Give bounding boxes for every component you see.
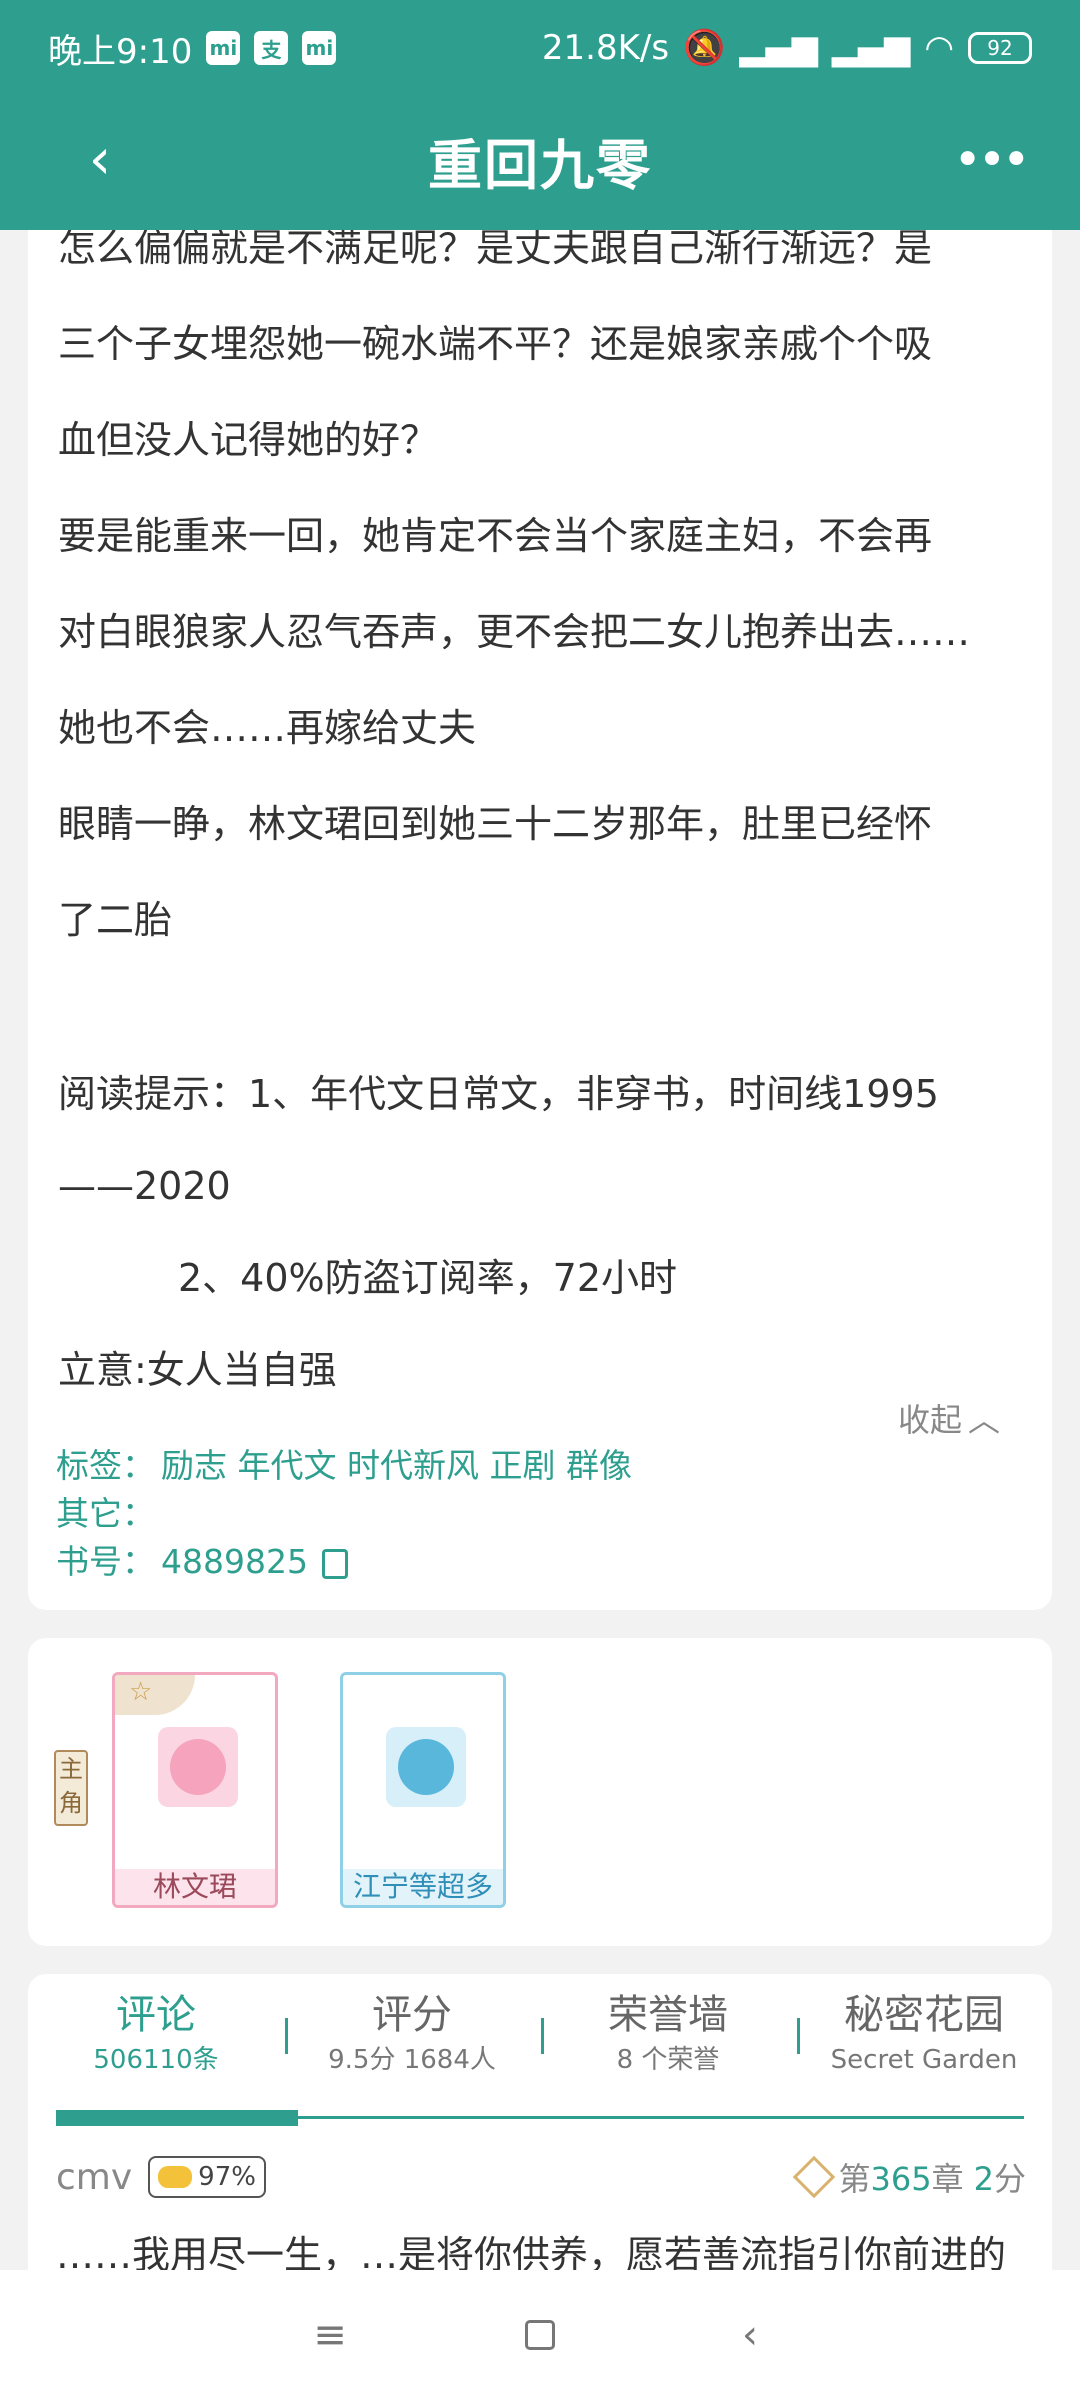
comments-card: 评论 506110条 评分 9.5分 1684人 荣誉墙 8 个荣誉 秘密花园 … xyxy=(28,1974,1052,2277)
chevron-up-icon: ︿ xyxy=(967,1401,1000,1439)
more-dots-icon[interactable]: ••• xyxy=(950,132,1031,188)
net-speed: 21.8K/s xyxy=(541,28,670,68)
tags-value[interactable]: 励志 年代文 时代新风 正剧 群像 xyxy=(161,1446,632,1485)
user-badge: 97% xyxy=(148,2156,266,2198)
diamond-icon xyxy=(792,2155,835,2199)
tab-subtitle: 506110条 xyxy=(93,2045,219,2075)
other-row: 其它： xyxy=(56,1490,632,1538)
character-card[interactable]: 江宁等超多人 xyxy=(340,1672,506,1908)
character-name: 江宁等超多人 xyxy=(343,1869,503,1905)
tags-label: 标签： xyxy=(56,1446,155,1485)
tab-rating[interactable]: 评分 9.5分 1684人 xyxy=(284,1988,544,2088)
page-title: 重回九零 xyxy=(428,133,652,197)
avatar xyxy=(386,1727,466,1807)
tags-row: 标签： 励志 年代文 时代新风 正剧 群像 xyxy=(56,1442,632,1490)
comment-meta: 第365章 2分 xyxy=(792,2154,1026,2200)
book-id-row: 书号： 4889825 xyxy=(56,1538,632,1586)
book-id-label: 书号： xyxy=(56,1542,155,1581)
tab-title: 秘密花园 xyxy=(844,1992,1004,2038)
synopsis-line: 对白眼狼家人忍气吞声，更不会把二女儿抱养出去…… xyxy=(58,610,971,654)
synopsis-line: 三个子女埋怨她一碗水端不平？还是娘家亲戚个个吸 xyxy=(58,322,933,366)
top-bar: 晚上9:10 mi 支 mi 21.8K/s 🔕 ▂▄▆ ▂▄▆ ◠ 92 ‹ … xyxy=(0,0,1080,230)
book-id-value: 4889825 xyxy=(161,1542,308,1581)
gold-ingot-icon xyxy=(158,2166,193,2188)
avatar xyxy=(158,1727,238,1807)
chapter-info: 第365章 xyxy=(838,2160,964,2198)
synopsis-indent-line: 2、40%防盗订阅率，72小时 xyxy=(178,1256,677,1300)
tab-secret-garden[interactable]: 秘密花园 Secret Garden xyxy=(796,1988,1052,2088)
tab-comments[interactable]: 评论 506110条 xyxy=(28,1988,288,2088)
back-icon[interactable]: ‹ xyxy=(725,2310,775,2360)
tab-title: 评分 xyxy=(372,1992,452,2038)
badge-percent: 97% xyxy=(198,2162,256,2192)
corner-decoration xyxy=(115,1675,195,1715)
synopsis-line: 了二胎 xyxy=(58,898,173,942)
synopsis-blank-line xyxy=(58,968,1038,1048)
alipay-icon: 支 xyxy=(254,31,289,65)
back-arrow-icon[interactable]: ‹ xyxy=(70,124,130,194)
collapse-button[interactable]: 收起 ︿ xyxy=(898,1395,1000,1441)
role-tag: 主角 xyxy=(54,1750,88,1826)
star-icon: ☆ xyxy=(129,1677,153,1707)
mi-icon: mi xyxy=(206,31,241,65)
collapse-label: 收起 xyxy=(897,1401,962,1439)
battery-icon: 92 xyxy=(968,32,1032,64)
synopsis-card: 怎么偏偏就是不满足呢？是丈夫跟自己渐行渐远？是 三个子女埋怨她一碗水端不平？还是… xyxy=(28,220,1052,1610)
menu-icon[interactable]: ≡ xyxy=(305,2310,355,2360)
status-bar: 晚上9:10 mi 支 mi 21.8K/s 🔕 ▂▄▆ ▂▄▆ ◠ 92 xyxy=(0,0,1080,96)
mi-icon: mi xyxy=(302,31,337,65)
synopsis-line: 眼睛一睁，林文珺回到她三十二岁那年，肚里已经怀 xyxy=(58,802,933,846)
synopsis-line: 血但没人记得她的好？ xyxy=(58,418,439,462)
tab-subtitle: 9.5分 1684人 xyxy=(328,2045,496,2075)
app-bar: ‹ 重回九零 ••• xyxy=(0,100,1080,220)
system-nav-bar: ≡ ‹ xyxy=(0,2270,1080,2400)
comment-username[interactable]: cmv xyxy=(56,2157,132,2198)
tab-title: 荣誉墙 xyxy=(608,1992,728,2038)
character-name: 林文珺 xyxy=(115,1869,275,1905)
tab-bar: 评论 506110条 评分 9.5分 1684人 荣誉墙 8 个荣誉 秘密花园 … xyxy=(28,1988,1052,2088)
synopsis-line: 阅读提示：1、年代文日常文，非穿书，时间线1995 xyxy=(58,1072,939,1116)
tab-subtitle: 8 个荣誉 xyxy=(616,2045,720,2075)
synopsis-theme-line: 立意:女人当自强 xyxy=(58,1348,337,1392)
comment-header: cmv 97% 第365章 2分 xyxy=(56,2152,1026,2202)
characters-card: 主角 ☆ 林文珺 江宁等超多人 xyxy=(28,1638,1052,1946)
signal-icon: ▂▄▆ xyxy=(739,28,818,68)
signal-icon: ▂▄▆ xyxy=(831,28,911,68)
mute-icon: 🔕 xyxy=(683,28,726,68)
synopsis-line: 她也不会……再嫁给丈夫 xyxy=(58,706,477,750)
tab-subtitle: Secret Garden xyxy=(830,2045,1018,2075)
wifi-icon: ◠ xyxy=(924,28,954,68)
book-meta: 标签： 励志 年代文 时代新风 正剧 群像 其它： 书号： 4889825 xyxy=(56,1442,632,1586)
copy-icon[interactable] xyxy=(321,1548,348,1579)
other-label: 其它： xyxy=(56,1494,155,1533)
tab-honor-wall[interactable]: 荣誉墙 8 个荣誉 xyxy=(540,1988,800,2088)
active-tab-indicator xyxy=(56,2110,298,2126)
comment-score: 2分 xyxy=(973,2160,1026,2198)
home-icon[interactable] xyxy=(515,2310,565,2360)
character-card[interactable]: ☆ 林文珺 xyxy=(112,1672,278,1908)
synopsis-line: ——2020 xyxy=(58,1164,231,1208)
tab-title: 评论 xyxy=(116,1992,196,2038)
status-time: 晚上9:10 xyxy=(48,31,193,72)
synopsis-line: 要是能重来一回，她肯定不会当个家庭主妇，不会再 xyxy=(58,514,933,558)
synopsis-body: 三个子女埋怨她一碗水端不平？还是娘家亲戚个个吸 血但没人记得她的好？ 要是能重来… xyxy=(58,296,1038,1416)
